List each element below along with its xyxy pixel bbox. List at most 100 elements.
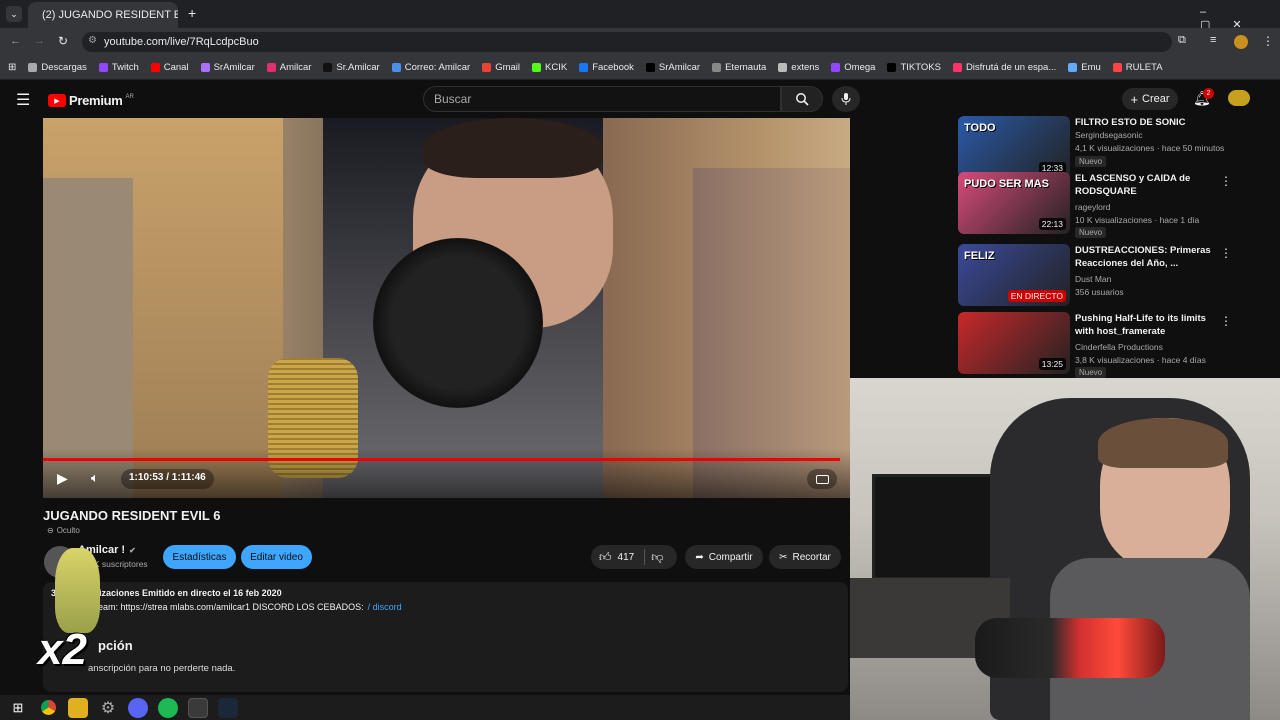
bookmark-3[interactable]: SrAmilcar xyxy=(200,62,255,73)
dislike-icon[interactable]: 👎︎ xyxy=(651,550,663,565)
recommendation-channel[interactable]: Cinderfella Productions xyxy=(1075,342,1163,352)
profile-avatar[interactable] xyxy=(1234,35,1248,49)
settings-app-icon[interactable]: ⚙ xyxy=(98,698,118,718)
recommendation-title[interactable]: Pushing Half-Life to its limits with hos… xyxy=(1075,312,1225,338)
volume-icon[interactable]: 🔈︎ xyxy=(91,470,99,486)
search-button[interactable] xyxy=(781,86,823,112)
file-explorer-icon[interactable] xyxy=(68,697,88,718)
media-icon[interactable]: ≡ xyxy=(1210,34,1216,46)
bookmark-10[interactable]: SrAmilcar xyxy=(645,62,700,73)
logo-text: Premium xyxy=(69,93,123,108)
bookmark-7[interactable]: Gmail xyxy=(482,62,520,73)
time-display: 1:10:53 / 1:11:46 xyxy=(121,469,214,489)
bookmarks-bar: ⊞ Descargas Twitch Canal SrAmilcar Amilcar Sr… xyxy=(0,56,1280,80)
bookmark-6[interactable]: Correo: Amilcar xyxy=(391,62,470,73)
more-options-icon[interactable]: ⋮ xyxy=(1220,174,1232,188)
address-bar[interactable]: ⚙ youtube.com/live/7RqLcdpcBuo xyxy=(82,32,1172,52)
menu-icon[interactable]: ⋮ xyxy=(1262,34,1274,48)
description-box[interactable] xyxy=(43,582,848,692)
bookmark-favicon-icon xyxy=(28,63,38,72)
like-icon[interactable]: 👍︎ xyxy=(599,550,612,565)
edit-video-button[interactable]: Editar video xyxy=(241,545,312,569)
youtube-logo[interactable]: ▶ Premium AR xyxy=(48,93,134,108)
steam-icon[interactable] xyxy=(218,697,238,718)
bookmark-16[interactable]: Emu xyxy=(1068,62,1101,73)
bookmark-2[interactable]: Canal xyxy=(150,62,189,73)
back-icon[interactable]: ← xyxy=(10,35,21,47)
extensions-icon[interactable]: ⧉ xyxy=(1178,34,1186,47)
bookmark-favicon-icon xyxy=(323,63,333,72)
play-icon[interactable]: ▶ xyxy=(57,470,68,487)
bookmark-5[interactable]: Sr.Amilcar xyxy=(323,62,380,73)
video-thumbnail[interactable]: TODO 12:33 xyxy=(958,116,1070,178)
windows-start-icon[interactable]: ⊞ xyxy=(8,698,28,718)
apps-icon[interactable]: ⊞ xyxy=(8,62,16,73)
obs-icon[interactable] xyxy=(188,697,208,718)
description-text: stream: https://strea mlabs.com/amilcar1… xyxy=(88,602,364,612)
bookmark-8[interactable]: KCIK xyxy=(532,62,567,73)
new-badge: Nuevo xyxy=(1075,156,1107,167)
reload-icon[interactable]: ↻ xyxy=(58,34,68,48)
bookmark-favicon-icon xyxy=(579,63,589,72)
search-input[interactable]: Buscar xyxy=(423,86,781,112)
voice-search-button[interactable] xyxy=(832,86,860,112)
recommendation-card[interactable]: 13:25 Pushing Half-Life to its limits wit… xyxy=(958,312,1258,378)
more-options-icon[interactable]: ⋮ xyxy=(1220,246,1232,260)
streamer-hair-cam xyxy=(1098,418,1228,468)
new-tab-button[interactable]: + xyxy=(188,5,196,21)
bookmark-favicon-icon xyxy=(831,63,841,72)
recommendation-card[interactable]: PUDO SER MAS 22:13 EL ASCENSO y CAIDA de R… xyxy=(958,172,1258,238)
create-button[interactable]: + Crear xyxy=(1122,88,1178,110)
bookmark-14[interactable]: TIKTOKS xyxy=(887,62,941,73)
bookmark-11[interactable]: Eternauta xyxy=(712,62,766,73)
bookmark-9[interactable]: Facebook xyxy=(579,62,634,73)
new-badge: Nuevo xyxy=(1075,227,1107,238)
bookmark-13[interactable]: Omega xyxy=(831,62,875,73)
account-avatar[interactable] xyxy=(1228,90,1250,106)
recommendation-channel[interactable]: rageylord xyxy=(1075,202,1110,212)
site-info-icon[interactable]: ⚙ xyxy=(88,35,97,46)
recommendation-channel[interactable]: Sergindsegasonic xyxy=(1075,130,1143,140)
like-count[interactable]: 417 xyxy=(618,552,635,563)
video-thumbnail[interactable]: PUDO SER MAS 22:13 xyxy=(958,172,1070,234)
bookmark-label: Amilcar xyxy=(279,62,312,73)
bookmark-12[interactable]: extens xyxy=(778,62,819,73)
hamburger-menu-icon[interactable]: ☰ xyxy=(16,90,30,110)
tab-search-button[interactable]: ⌄ xyxy=(6,6,22,22)
more-options-icon[interactable]: ⋮ xyxy=(1220,314,1232,328)
bookmark-1[interactable]: Twitch xyxy=(98,62,139,73)
bookmark-4[interactable]: Amilcar xyxy=(266,62,312,73)
spotify-icon[interactable] xyxy=(158,697,178,718)
clip-button[interactable]: ✂ Recortar xyxy=(769,545,841,569)
discord-link[interactable]: / discord xyxy=(368,602,402,612)
recommendation-title[interactable]: EL ASCENSO y CAIDA de RODSQUARE xyxy=(1075,172,1225,198)
recommendation-title[interactable]: FILTRO ESTO DE SONIC xyxy=(1075,116,1225,129)
discord-icon[interactable] xyxy=(128,697,148,718)
thumbnail-text: FELIZ xyxy=(964,250,995,262)
bookmark-favicon-icon xyxy=(150,63,160,72)
bookmark-17[interactable]: RULETA xyxy=(1112,62,1163,73)
recommendation-card[interactable]: FELIZ EN DIRECTO DUSTREACCIONES: Primeras … xyxy=(958,244,1258,306)
bookmark-favicon-icon xyxy=(1068,63,1078,72)
recommendation-card[interactable]: TODO 12:33 FILTRO ESTO DE SONIC Sergindsega… xyxy=(958,116,1258,178)
recommendation-title[interactable]: DUSTREACCIONES: Primeras Reacciones del … xyxy=(1075,244,1225,270)
subtitles-button[interactable] xyxy=(807,469,837,489)
logo-region: AR xyxy=(125,93,134,100)
video-thumbnail[interactable]: 13:25 xyxy=(958,312,1070,374)
progress-bar[interactable] xyxy=(43,458,841,461)
video-thumbnail[interactable]: FELIZ EN DIRECTO xyxy=(958,244,1070,306)
share-button[interactable]: ➦ Compartir xyxy=(685,545,763,569)
pop-filter xyxy=(373,238,543,408)
bookmark-favicon-icon xyxy=(266,63,276,72)
create-label: Crear xyxy=(1142,93,1170,105)
recommendation-channel[interactable]: Dust Man xyxy=(1075,274,1111,284)
chrome-icon[interactable] xyxy=(38,698,58,718)
bookmark-15[interactable]: Disfrutá de un espa... xyxy=(952,62,1056,73)
recommendation-meta: 4,1 K visualizaciones · hace 50 minutos xyxy=(1075,143,1225,153)
stats-button[interactable]: Estadísticas xyxy=(163,545,236,569)
active-tab[interactable]: (2) JUGANDO RESIDENT EVIL 6 ✕ xyxy=(28,2,178,28)
bookmark-favicon-icon xyxy=(200,63,210,72)
forward-icon[interactable]: → xyxy=(34,35,45,47)
bookmark-0[interactable]: Descargas xyxy=(28,62,87,73)
video-player[interactable]: ▶ 🔈︎ 1:10:53 / 1:11:46 xyxy=(43,118,850,498)
